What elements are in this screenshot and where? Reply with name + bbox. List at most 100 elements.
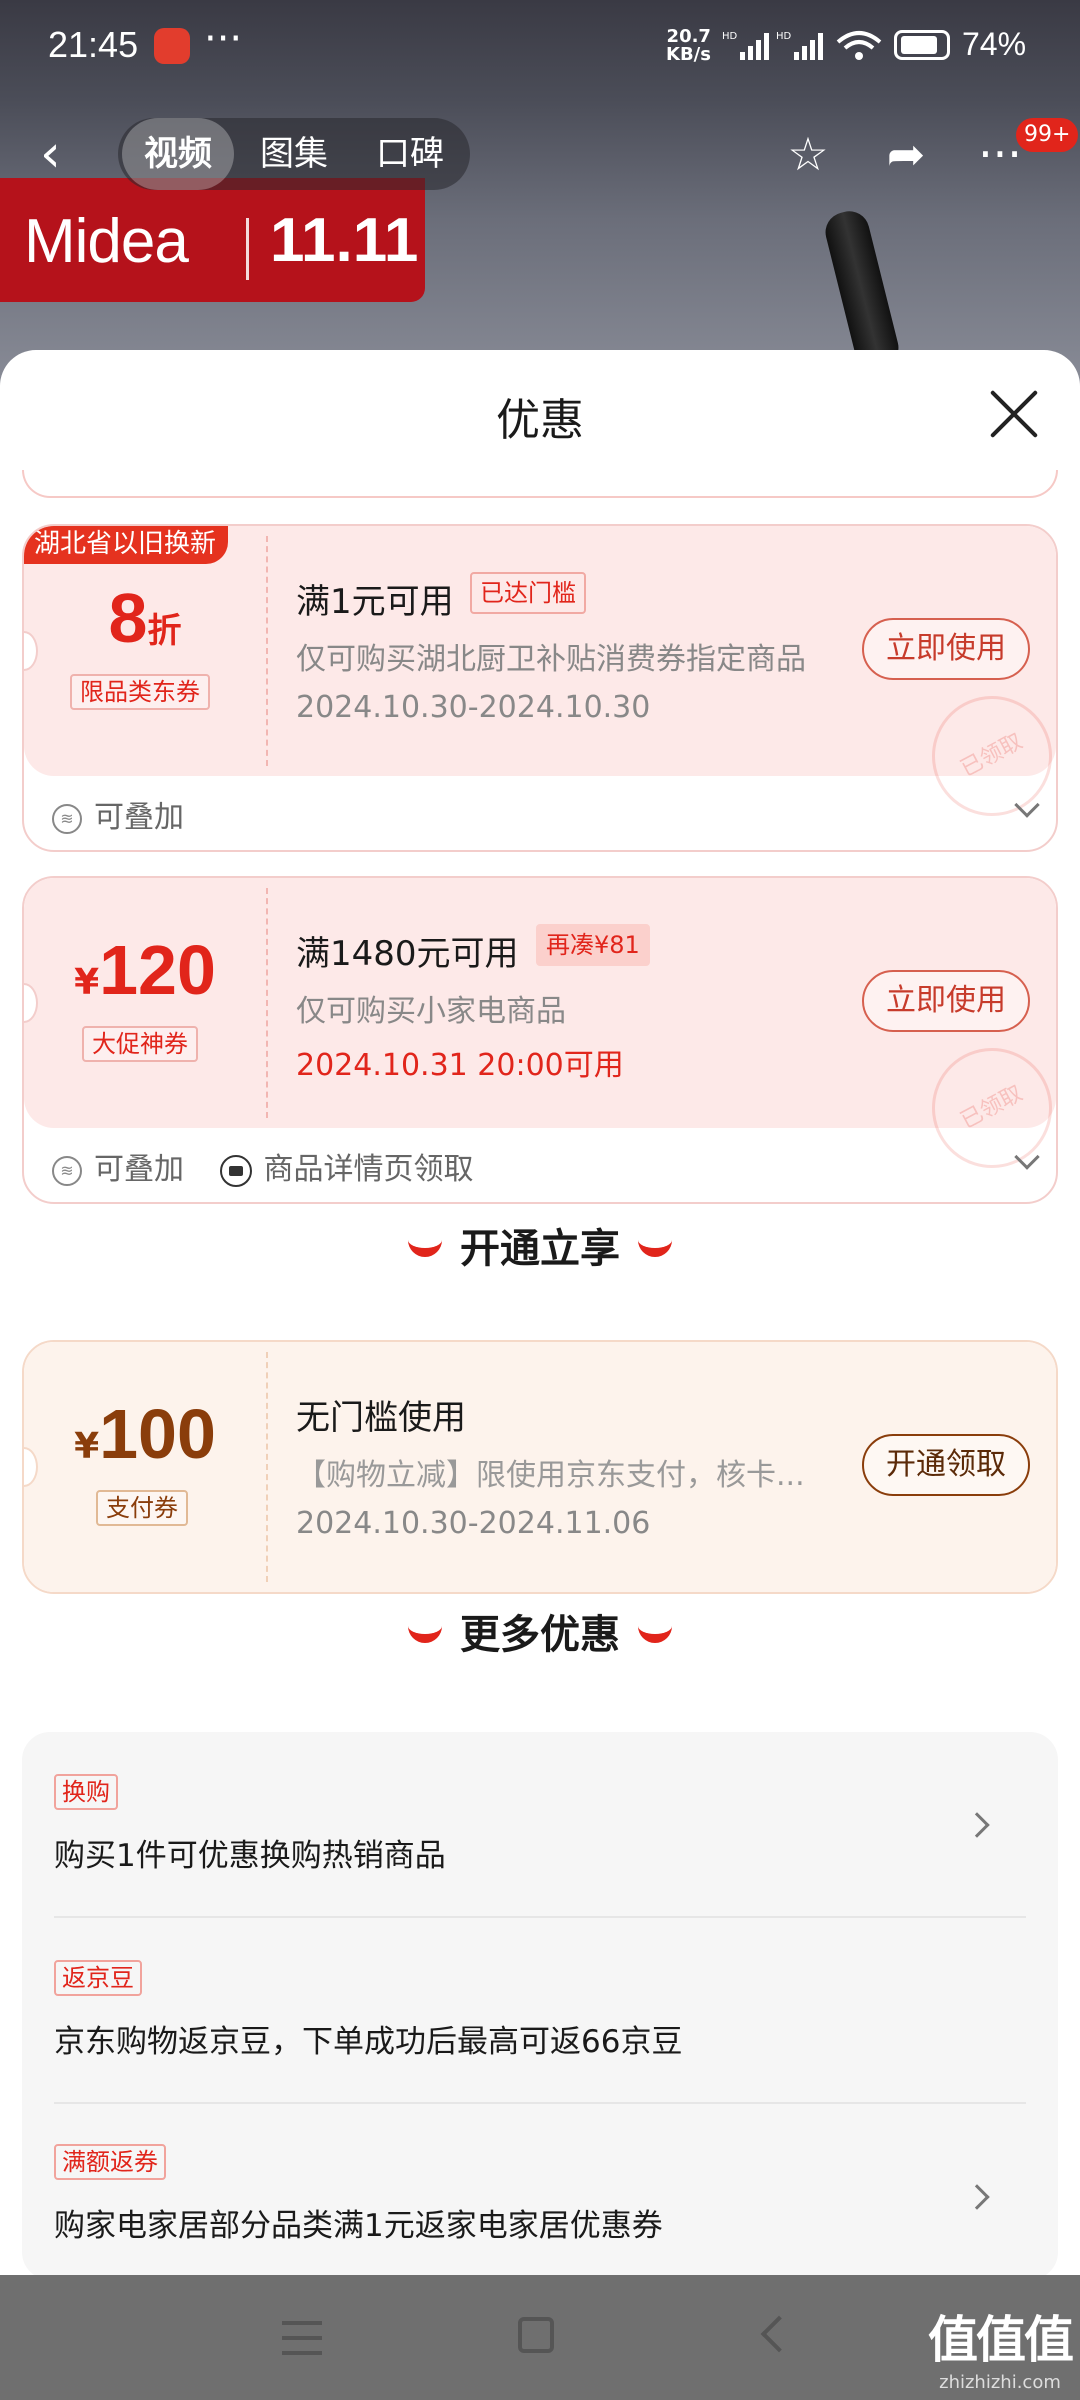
media-top-nav: ‹ 视频 图集 口碑 ☆ ➦ ··· — [0, 116, 1080, 192]
coupon-amount: ¥120 — [24, 930, 266, 1010]
list-item-jingdou: 返京豆 京东购物返京豆，下单成功后最高可返66京豆 — [54, 1918, 1026, 2102]
system-back-icon[interactable] — [760, 2315, 798, 2353]
more-notifications-icon: ··· — [204, 16, 243, 62]
previous-coupon-card-edge — [22, 470, 1058, 498]
coupon-type-tag: 支付券 — [96, 1490, 188, 1526]
coupon-divider — [266, 888, 268, 1118]
back-button[interactable]: ‹ — [40, 124, 90, 184]
favorite-star-icon[interactable]: ☆ — [778, 124, 838, 184]
sheet-title: 优惠 — [496, 395, 584, 446]
tab-video[interactable]: 视频 — [122, 118, 234, 190]
brand-logo: Midea — [24, 207, 189, 276]
status-bar: 21:45 ··· 20.7 KB/s HD HD 74% — [0, 0, 1080, 96]
coupon-footer: ≋ 可叠加 — [52, 792, 210, 835]
coupon-type-tag: 限品类东券 — [70, 674, 210, 710]
coupon-description: 【购物立减】限使用京东支付，核卡... — [296, 1458, 805, 1493]
coupon-validity: 2024.10.30-2024.11.06 — [296, 1506, 651, 1541]
use-now-button[interactable]: 立即使用 — [862, 970, 1030, 1032]
claim-source-text: 商品详情页领取 — [263, 1152, 474, 1187]
battery-percent: 74% — [962, 26, 1027, 62]
coupon-amount-value: 8 — [108, 579, 148, 657]
stackable-text: 可叠加 — [94, 1152, 184, 1187]
home-icon[interactable] — [518, 2317, 554, 2353]
logo-divider — [246, 218, 249, 280]
stackable-text: 可叠加 — [94, 800, 184, 835]
benefit-text: 购家电家居部分品类满1元返家电家居优惠券 — [54, 2208, 663, 2244]
coupon-footer: ≋ 可叠加 商品详情页领取 — [52, 1144, 500, 1187]
wifi-icon — [836, 31, 882, 60]
claimed-stamp: 已领取 — [910, 674, 1056, 838]
signal-icon: HD — [722, 31, 769, 60]
benefit-tag: 换购 — [54, 1774, 118, 1810]
coupon-body: ¥100 支付券 无门槛使用 【购物立减】限使用京东支付，核卡... 2024.… — [24, 1342, 1056, 1592]
coupon-status-pill: 已达门槛 — [470, 572, 586, 614]
watermark-url: zhizhizhi.com — [939, 2372, 1061, 2393]
list-item-trade-in[interactable]: 换购 购买1件可优惠换购热销商品 — [54, 1732, 1026, 1916]
section-title: 更多优惠 — [460, 1612, 620, 1658]
coupon-type-tag: 大促神券 — [82, 1026, 198, 1062]
payment-coupon-card: ¥100 支付券 无门槛使用 【购物立减】限使用京东支付，核卡... 2024.… — [22, 1340, 1058, 1594]
coupon-amount: 8折 — [24, 578, 266, 658]
currency-symbol: ¥ — [74, 1426, 100, 1467]
stack-icon: ≋ — [52, 1155, 82, 1186]
stack-icon: ≋ — [52, 803, 82, 834]
coupon-description: 仅可购买湖北厨卫补贴消费券指定商品 — [296, 642, 806, 677]
close-button[interactable] — [986, 386, 1042, 442]
svg-text:HD: HD — [776, 31, 792, 42]
battery-icon — [894, 30, 950, 60]
product-page-icon — [219, 1154, 252, 1187]
coupon-amount-value: 100 — [99, 1395, 216, 1473]
message-count-badge: 99+ — [1016, 118, 1079, 152]
notification-app-icon — [154, 28, 190, 64]
coupon-card: ¥120 大促神券 满1480元可用 再凑¥81 仅可购买小家电商品 2024.… — [22, 876, 1058, 1204]
coupon-divider — [266, 536, 268, 766]
smile-decoration-icon — [408, 1621, 442, 1643]
svg-text:HD: HD — [722, 31, 738, 42]
coupon-body: ¥120 大促神券 满1480元可用 再凑¥81 仅可购买小家电商品 2024.… — [24, 878, 1056, 1190]
tab-gallery[interactable]: 图集 — [238, 118, 350, 190]
stackable-label: ≋ 可叠加 — [52, 792, 184, 836]
benefit-text: 京东购物返京豆，下单成功后最高可返66京豆 — [54, 2024, 683, 2060]
network-speed: 20.7 KB/s — [666, 26, 711, 65]
coupon-condition: 满1元可用 — [296, 582, 454, 622]
section-title: 开通立享 — [460, 1226, 620, 1272]
coupon-condition: 满1480元可用 — [296, 934, 519, 974]
more-benefits-list: 换购 购买1件可优惠换购热销商品 返京豆 京东购物返京豆，下单成功后最高可返66… — [22, 1732, 1058, 2275]
clock: 21:45 — [48, 24, 139, 65]
smile-decoration-icon — [638, 1621, 672, 1643]
coupon-amount-unit: 折 — [147, 611, 182, 651]
coupon-amount-value: 120 — [99, 931, 216, 1009]
use-now-button[interactable]: 立即使用 — [862, 618, 1030, 680]
section-header-more: 更多优惠 — [0, 1602, 1080, 1660]
tab-reviews[interactable]: 口碑 — [354, 118, 466, 190]
recent-apps-icon[interactable] — [282, 2321, 322, 2355]
product-image — [821, 207, 903, 373]
activate-claim-button[interactable]: 开通领取 — [862, 1434, 1030, 1496]
benefit-text: 购买1件可优惠换购热销商品 — [54, 1838, 446, 1874]
watermark-logo: 值值值 zhizhizhi.com — [928, 2300, 1074, 2393]
signal-icon-2: HD — [776, 31, 823, 60]
coupon-condition: 无门槛使用 — [296, 1398, 466, 1438]
coupon-divider — [266, 1352, 268, 1582]
coupon-gap-pill: 再凑¥81 — [536, 924, 650, 966]
share-icon[interactable]: ➦ — [876, 124, 936, 184]
benefit-tag: 返京豆 — [54, 1960, 142, 1996]
system-nav-bar — [0, 2275, 1080, 2400]
coupon-card: 8折 限品类东券 满1元可用 已达门槛 仅可购买湖北厨卫补贴消费券指定商品 20… — [22, 524, 1058, 852]
claimed-stamp: 已领取 — [910, 1026, 1056, 1190]
smile-decoration-icon — [638, 1235, 672, 1257]
coupon-description: 仅可购买小家电商品 — [296, 994, 566, 1029]
list-item-coupon-return[interactable]: 满额返券 购家电家居部分品类满1元返家电家居优惠券 — [54, 2104, 1026, 2275]
coupon-validity: 2024.10.31 20:00可用 — [296, 1048, 624, 1083]
discount-sheet: 优惠 8折 限品类东券 满1元可用 已达门槛 仅可购买湖北厨卫补贴消费券指定商品… — [0, 350, 1080, 2275]
benefit-tag: 满额返券 — [54, 2144, 166, 2180]
smile-decoration-icon — [408, 1235, 442, 1257]
coupon-validity: 2024.10.30-2024.10.30 — [296, 690, 651, 725]
watermark-main: 值值值 — [928, 2311, 1074, 2369]
claim-source-label: 商品详情页领取 — [219, 1144, 474, 1188]
coupon-amount: ¥100 — [24, 1394, 266, 1474]
stackable-label: ≋ 可叠加 — [52, 1144, 184, 1188]
media-tab-switcher: 视频 图集 口碑 — [118, 118, 470, 190]
section-header-open: 开通立享 — [0, 1216, 1080, 1274]
coupon-ribbon: 湖北省以旧换新 — [24, 526, 229, 564]
